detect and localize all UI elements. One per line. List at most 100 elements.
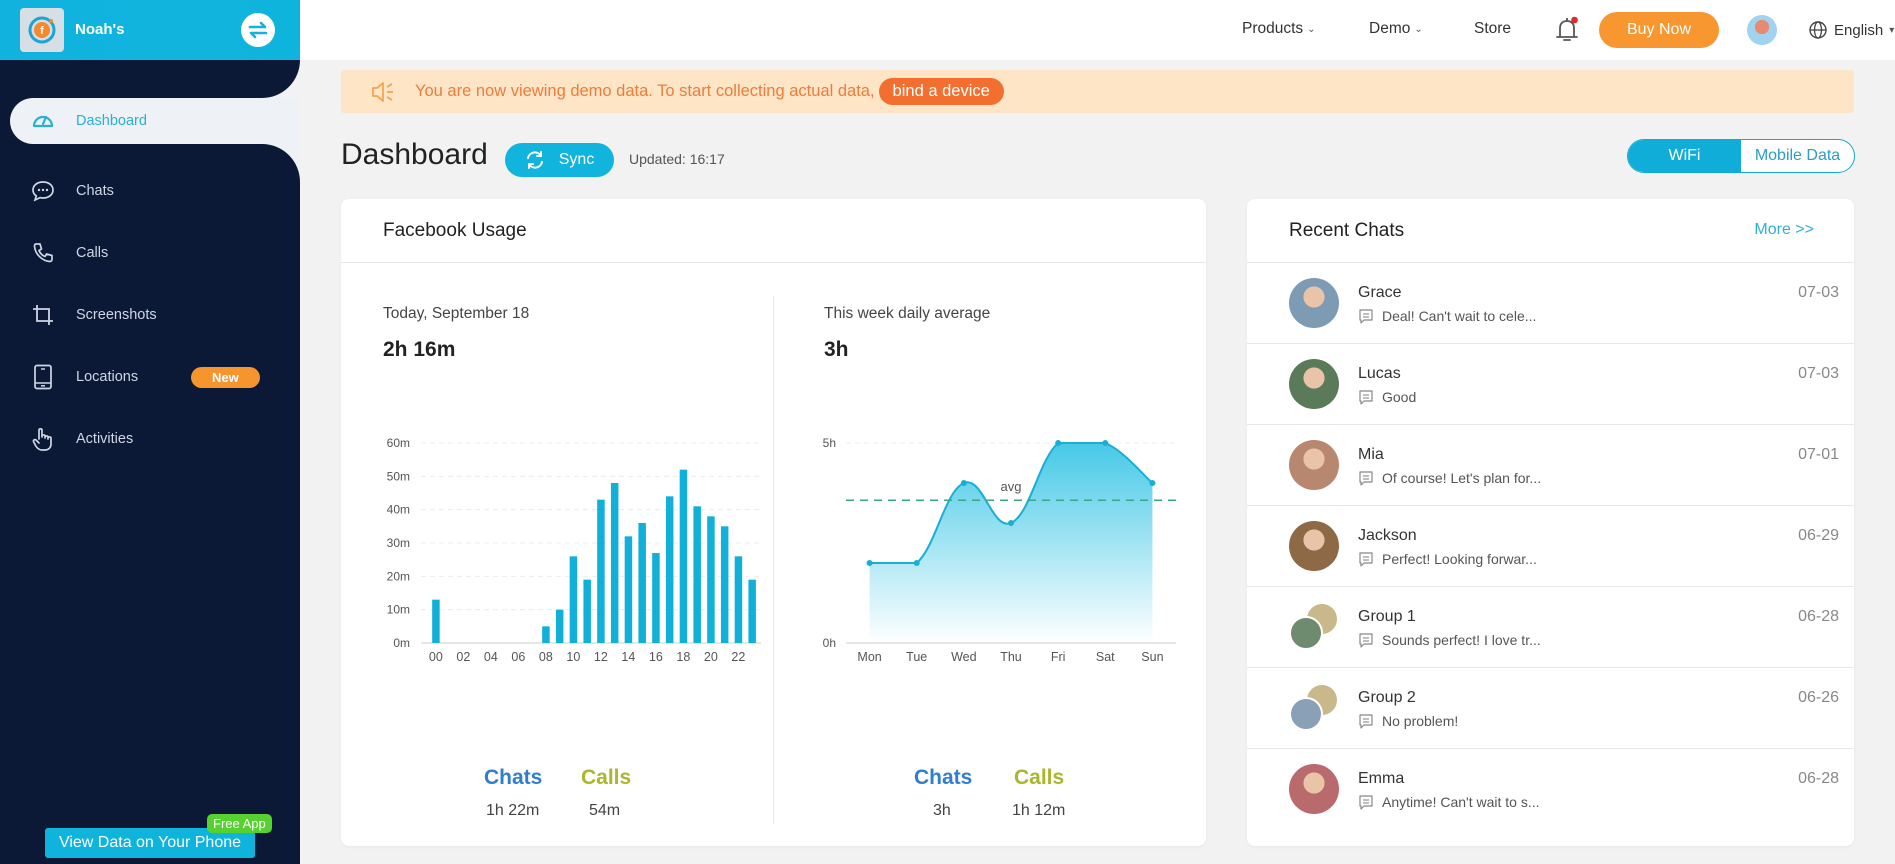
x-tick-label: 08 (539, 650, 553, 664)
x-tick-label: Thu (1000, 650, 1022, 664)
y-tick-label: 40m (387, 503, 410, 517)
y-tick-label: 50m (387, 469, 410, 483)
x-tick-label: Wed (951, 650, 977, 664)
data-point (866, 560, 873, 566)
chat-list-item[interactable]: Mia Of course! Let's plan for... 07-01 (1247, 425, 1854, 506)
today-chats-label: Chats (484, 766, 543, 789)
today-label: Today, September 18 (383, 305, 530, 322)
chat-date: 07-03 (1798, 365, 1839, 382)
chat-preview: Anytime! Can't wait to s... (1358, 794, 1540, 810)
bar (638, 523, 646, 643)
switch-device-button[interactable] (241, 13, 275, 47)
x-tick-label: Mon (857, 650, 881, 664)
sidebar-header: f Noah's (0, 0, 300, 60)
group-member-avatar (1289, 616, 1323, 650)
sidebar-item-screenshots[interactable]: Screenshots (0, 284, 300, 346)
message-icon (1359, 471, 1373, 486)
chat-date: 06-29 (1798, 527, 1839, 544)
bar (624, 536, 633, 643)
chat-preview: Perfect! Looking forwar... (1358, 551, 1537, 567)
chat-preview: Deal! Can't wait to cele... (1358, 308, 1536, 324)
sync-button[interactable]: Sync (505, 143, 614, 177)
bind-device-button[interactable]: bind a device (878, 78, 1004, 105)
group-avatar (1289, 602, 1339, 652)
wifi-tab[interactable]: WiFi (1628, 140, 1741, 172)
mobile-data-tab[interactable]: Mobile Data (1741, 140, 1854, 172)
sidebar-item-chats[interactable]: Chats (0, 160, 300, 222)
sidebar-item-activities[interactable]: Activities (0, 408, 300, 470)
demo-label: Demo (1369, 20, 1411, 37)
data-point (1149, 480, 1156, 486)
sidebar-item-calls[interactable]: Calls (0, 222, 300, 284)
x-tick-label: 00 (429, 650, 443, 664)
sidebar-item-dashboard[interactable]: Dashboard (10, 98, 300, 144)
x-tick-label: Sun (1141, 650, 1163, 664)
column-divider (773, 296, 774, 824)
sidebar-item-label: Dashboard (76, 113, 147, 129)
chat-name: Mia (1358, 446, 1384, 463)
y-tick-label: 20m (387, 569, 410, 583)
data-point (1055, 440, 1062, 446)
language-label: English (1834, 21, 1884, 39)
message-icon (1359, 309, 1373, 324)
chevron-down-icon: ⌄ (1414, 23, 1423, 35)
sidebar-header-curve (0, 60, 300, 98)
chat-preview: Good (1358, 389, 1416, 405)
x-tick-label: 12 (594, 650, 608, 664)
x-tick-label: 02 (456, 650, 470, 664)
sidebar-item-locations[interactable]: Locations New (0, 346, 300, 408)
demo-menu[interactable]: Demo ⌄ (1369, 20, 1423, 38)
banner-text: You are now viewing demo data. To start … (415, 82, 875, 100)
caret-down-icon: ▾ (1889, 24, 1895, 36)
language-selector[interactable]: English ▾ (1808, 20, 1894, 40)
x-tick-label: 18 (676, 650, 690, 664)
today-calls-label: Calls (581, 766, 632, 789)
chat-list-item[interactable]: Lucas Good 07-03 (1247, 344, 1854, 425)
contact-avatar (1289, 764, 1339, 814)
y-tick-label: 5h (823, 436, 836, 450)
app-logo[interactable]: f (20, 8, 64, 52)
user-avatar[interactable] (1747, 15, 1777, 45)
device-name: Noah's (75, 21, 125, 38)
chat-list-item[interactable]: Group 2 No problem! 06-26 (1247, 668, 1854, 749)
svg-text:f: f (40, 25, 44, 37)
message-icon (1359, 714, 1373, 729)
x-tick-label: 16 (649, 650, 663, 664)
y-tick-label: 0m (393, 636, 410, 650)
switch-arrows-icon (248, 21, 268, 39)
bar (679, 469, 688, 643)
products-menu[interactable]: Products ⌄ (1242, 20, 1316, 38)
more-chats-link[interactable]: More >> (1754, 221, 1814, 239)
chat-message: Sounds perfect! I love tr... (1382, 632, 1541, 648)
x-tick-label: 20 (704, 650, 718, 664)
chat-list-item[interactable]: Emma Anytime! Can't wait to s... 06-28 (1247, 749, 1854, 830)
sidebar-item-label: Screenshots (76, 307, 157, 323)
sidebar: f Noah's Dashboard Chats Calls Screensho… (0, 0, 300, 864)
message-icon (1359, 633, 1373, 648)
bar (542, 626, 550, 643)
contact-avatar (1289, 278, 1339, 328)
bar (707, 516, 715, 643)
contact-avatar (1289, 440, 1339, 490)
bar (720, 526, 729, 643)
group-avatar (1289, 683, 1339, 733)
buy-now-button[interactable]: Buy Now (1599, 12, 1719, 48)
chat-name: Lucas (1358, 365, 1401, 382)
chat-list-item[interactable]: Grace Deal! Can't wait to cele... 07-03 (1247, 263, 1854, 344)
chat-bubble-icon (30, 178, 56, 204)
bar (748, 579, 756, 643)
data-point (960, 480, 967, 486)
chat-list-item[interactable]: Jackson Perfect! Looking forwar... 06-29 (1247, 506, 1854, 587)
card-title: Facebook Usage (341, 199, 1206, 263)
notification-bell-icon[interactable] (1553, 15, 1581, 50)
x-tick-label: 10 (566, 650, 580, 664)
bar (583, 579, 591, 643)
chat-list-item[interactable]: Group 1 Sounds perfect! I love tr... 06-… (1247, 587, 1854, 668)
store-link[interactable]: Store (1474, 20, 1511, 38)
chat-name: Group 1 (1358, 608, 1416, 625)
facebook-monitor-icon: f (28, 16, 56, 44)
bar (665, 496, 674, 643)
chat-preview: No problem! (1358, 713, 1458, 729)
speedometer-icon (30, 108, 56, 134)
x-tick-label: 14 (621, 650, 635, 664)
